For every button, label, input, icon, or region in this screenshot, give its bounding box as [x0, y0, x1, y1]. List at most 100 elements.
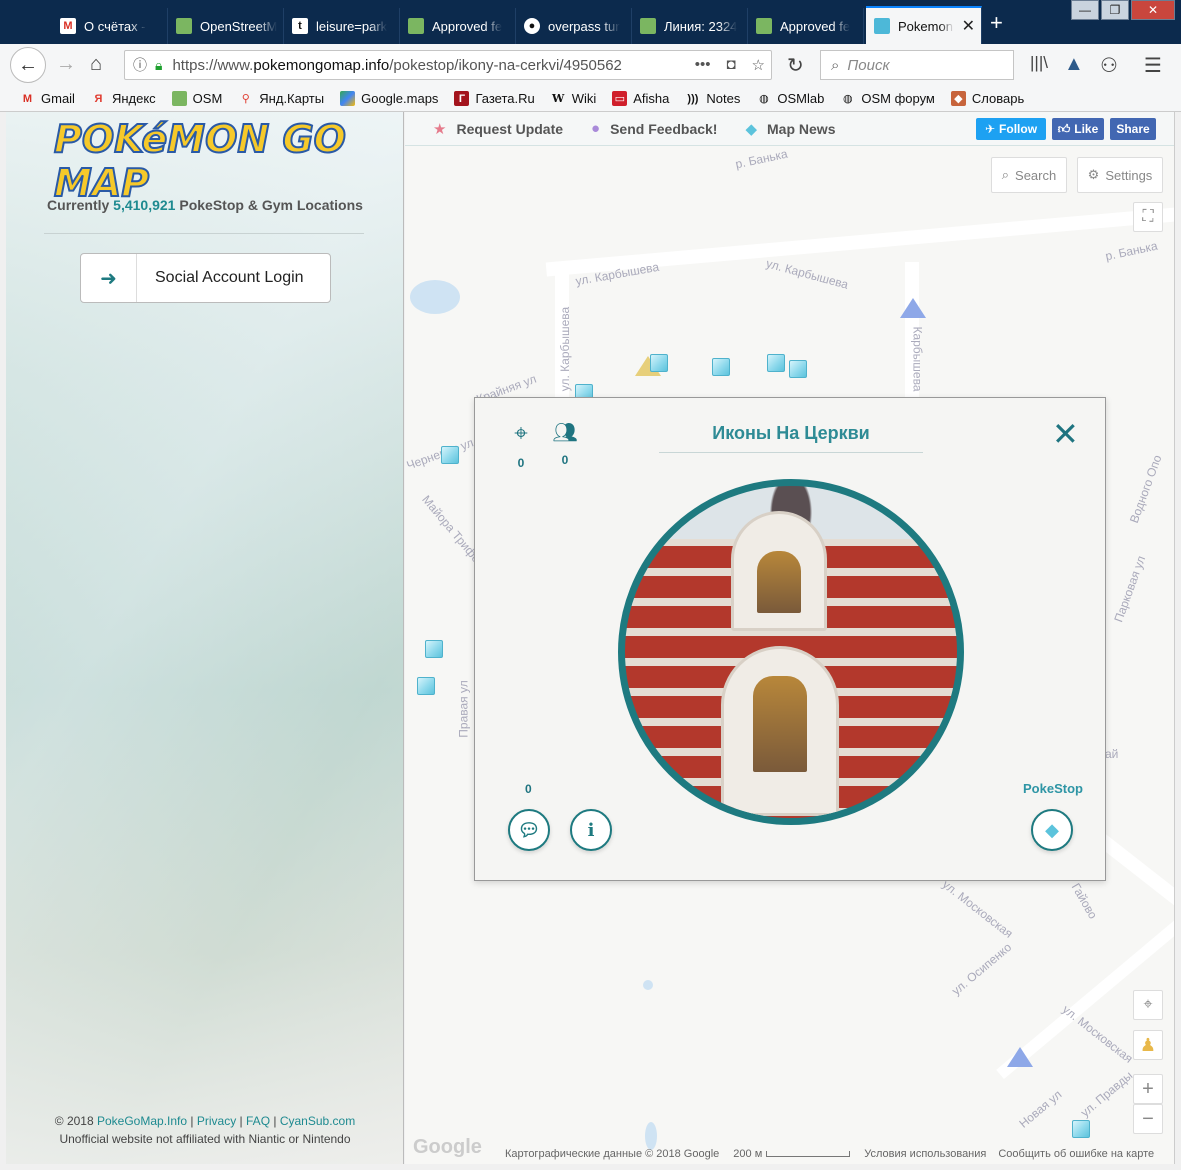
scale-bar: [766, 1151, 851, 1157]
request-update-label: Request Update: [456, 120, 564, 137]
site-link[interactable]: PokeGoMap.Info: [97, 1114, 187, 1128]
url-bar[interactable]: ⓘ 🔒︎ https://www.pokemongomap.info/pokes…: [124, 50, 772, 80]
bookmark-osm-forum[interactable]: ◍ OSM форум: [840, 91, 935, 106]
pokestop-marker[interactable]: [1072, 1120, 1090, 1138]
social-login-button[interactable]: ➜ Social Account Login: [80, 253, 331, 303]
info-button[interactable]: i: [570, 809, 612, 851]
extension-icon[interactable]: ▲: [1064, 53, 1084, 76]
tab-approved-2[interactable]: Approved fe: [748, 8, 864, 44]
facebook-share-button[interactable]: Share: [1110, 118, 1156, 140]
github-icon: ●: [524, 18, 540, 34]
tab-overpass[interactable]: ● overpass tur: [516, 8, 632, 44]
facebook-like-button[interactable]: 👍︎ Like: [1052, 118, 1104, 140]
tab-leisure-park[interactable]: t leisure=park: [284, 8, 400, 44]
report-error-link[interactable]: Сообщить об ошибке на карте: [998, 1148, 1154, 1160]
comments-button[interactable]: 💬︎: [508, 809, 550, 851]
logo-text: POKéMON GO MAP: [53, 116, 347, 206]
bookmark-notes[interactable]: ))) Notes: [685, 91, 740, 106]
pocket-icon[interactable]: ◘: [726, 56, 735, 74]
map-data-attribution: Картографические данные © 2018 Google: [505, 1148, 720, 1160]
bookmark-yandex[interactable]: Я Яндекс: [91, 91, 156, 106]
pokemon-go-map-logo[interactable]: POKéMON GO MAP: [53, 116, 358, 206]
bookmark-afisha[interactable]: ▭ Afisha: [612, 91, 669, 106]
zoom-out-button[interactable]: −: [1133, 1104, 1163, 1134]
minimize-button[interactable]: —: [1071, 0, 1099, 20]
zoom-in-button[interactable]: +: [1133, 1074, 1163, 1104]
forward-button[interactable]: →: [56, 53, 76, 76]
url-text[interactable]: https://www.pokemongomap.info/pokestop/i…: [172, 57, 652, 74]
map-search-button[interactable]: ⌕ Search: [991, 157, 1067, 193]
users-stat: 👥︎ 0: [550, 420, 580, 467]
bookmark-gazeta[interactable]: Г Газета.Ru: [454, 91, 535, 106]
library-icon[interactable]: |||\: [1030, 53, 1048, 73]
close-window-button[interactable]: ✕: [1131, 0, 1175, 20]
twitter-follow-button[interactable]: ✈ Follow: [976, 118, 1046, 140]
pokestop-marker[interactable]: [767, 354, 785, 372]
bookmark-yandex-maps[interactable]: ⚲ Янд.Карты: [238, 91, 324, 106]
my-location-button[interactable]: ⌖: [1133, 990, 1163, 1020]
tab-openstreetmap[interactable]: OpenStreetM: [168, 8, 284, 44]
page-actions-icon[interactable]: •••: [695, 56, 711, 74]
street-view-pegman[interactable]: ♟: [1133, 1030, 1163, 1060]
tab-line[interactable]: Линия: 2324: [632, 8, 748, 44]
street-label: Правая ул: [456, 680, 471, 738]
fullscreen-button[interactable]: ⛶: [1133, 202, 1163, 232]
back-button[interactable]: ←: [10, 47, 46, 83]
bookmark-star-icon[interactable]: ☆: [752, 56, 765, 74]
info-icon[interactable]: ⓘ: [133, 55, 147, 75]
search-placeholder: Поиск: [847, 56, 890, 74]
close-popup-button[interactable]: ✕: [1052, 415, 1079, 453]
stat-prefix: Currently: [47, 197, 110, 213]
settings-label: Settings: [1105, 167, 1153, 183]
home-button[interactable]: ⌂: [90, 53, 102, 76]
map-footer: Картографические данные © 2018 Google 20…: [405, 1144, 1174, 1164]
gear-icon: ⚙: [1087, 167, 1100, 182]
tab-label: leisure=park: [316, 18, 388, 34]
search-label: Search: [1015, 167, 1057, 183]
pokestop-photo[interactable]: [618, 479, 964, 825]
send-feedback-button[interactable]: ● Send Feedback!: [591, 120, 717, 137]
wikipedia-icon: W: [552, 92, 565, 105]
pokestop-type-button[interactable]: ◆: [1031, 809, 1073, 851]
map-scale[interactable]: 200 м: [733, 1148, 762, 1160]
tab-approved-1[interactable]: Approved fe: [400, 8, 516, 44]
new-tab-button[interactable]: +: [990, 10, 1003, 36]
pokestop-marker[interactable]: [712, 358, 730, 376]
pokestop-marker[interactable]: [441, 446, 459, 464]
terms-link[interactable]: Условия использования: [864, 1148, 986, 1160]
bookmark-wiki[interactable]: W Wiki: [551, 91, 596, 106]
gym-marker[interactable]: [900, 298, 926, 318]
tab-gmail[interactable]: M О счётах -: [52, 8, 168, 44]
bookmark-label: Google.maps: [361, 91, 439, 106]
menu-icon[interactable]: ☰: [1144, 53, 1162, 78]
reload-button[interactable]: ↻: [787, 53, 804, 78]
pokestop-marker[interactable]: [425, 640, 443, 658]
bookmark-label: Газета.Ru: [475, 91, 535, 106]
yandex-icon: Я: [94, 92, 103, 105]
pokestop-marker[interactable]: [417, 677, 435, 695]
map-settings-button[interactable]: ⚙ Settings: [1077, 157, 1163, 193]
bookmark-osm[interactable]: OSM: [171, 91, 222, 106]
tab-pokemon-active[interactable]: Pokemon ✕: [866, 6, 982, 44]
bookmark-google-maps[interactable]: Google.maps: [340, 91, 438, 106]
cyansub-link[interactable]: CyanSub.com: [280, 1114, 355, 1128]
disclaimer: Unofficial website not affiliated with N…: [59, 1132, 351, 1146]
request-update-button[interactable]: ★ Request Update: [433, 120, 563, 138]
bookmark-dictionary[interactable]: ◆ Словарь: [950, 91, 1024, 106]
map-news-button[interactable]: ◆ Map News: [745, 120, 835, 138]
search-field[interactable]: ⌕ Поиск: [820, 50, 1014, 80]
close-tab-icon[interactable]: ✕: [962, 16, 975, 36]
pokestop-marker[interactable]: [789, 360, 807, 378]
location-count: Currently 5,410,921 PokeStop & Gym Locat…: [6, 197, 404, 213]
privacy-link[interactable]: Privacy: [197, 1114, 236, 1128]
separator: |: [239, 1114, 243, 1128]
globe-icon: ◍: [759, 93, 769, 105]
pokestop-marker[interactable]: [650, 354, 668, 372]
bookmark-gmail[interactable]: M Gmail: [20, 91, 75, 106]
bookmark-osmlab[interactable]: ◍ OSMlab: [756, 91, 824, 106]
tab-label: Approved fe: [432, 18, 503, 34]
maximize-button[interactable]: ❐: [1101, 0, 1129, 20]
gym-marker[interactable]: [1007, 1047, 1033, 1067]
extension-2-icon[interactable]: ⚇: [1100, 53, 1118, 78]
faq-link[interactable]: FAQ: [246, 1114, 270, 1128]
